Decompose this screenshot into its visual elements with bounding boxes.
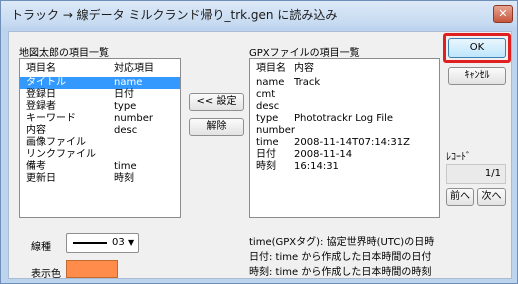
close-button[interactable]: ✕ bbox=[493, 5, 513, 23]
taro-field-row[interactable]: タイトル name bbox=[20, 77, 180, 89]
gpx-field-row-value: 2008-11-14 bbox=[294, 149, 353, 160]
line-type-value: 03 bbox=[112, 237, 125, 248]
taro-field-row-name: リンクファイル bbox=[26, 149, 96, 160]
gpx-field-row-name: name bbox=[256, 77, 285, 88]
gpx-field-row[interactable]: desc bbox=[250, 101, 439, 113]
column-header-gpx-field: 項目名 bbox=[256, 63, 286, 74]
taro-list-header: 項目名 対応項目 bbox=[20, 63, 180, 75]
taro-field-row-name: 更新日 bbox=[26, 173, 56, 184]
line-sample bbox=[73, 242, 107, 244]
gpx-field-row[interactable]: cmt bbox=[250, 89, 439, 101]
taro-field-row-value: 日付 bbox=[114, 89, 134, 100]
gpx-field-row-name: cmt bbox=[256, 89, 276, 100]
taro-field-row-value: 時刻 bbox=[114, 173, 134, 184]
taro-field-row[interactable]: 内容 desc bbox=[20, 125, 180, 137]
cancel-button[interactable]: ｷｬﾝｾﾙ bbox=[448, 67, 506, 85]
display-color-swatch[interactable] bbox=[66, 260, 118, 278]
gpx-field-row-name: 時刻 bbox=[256, 161, 276, 172]
gpx-field-row-name: type bbox=[256, 113, 279, 124]
gpx-field-row-value: 16:14:31 bbox=[294, 161, 339, 172]
taro-field-row-name: キーワード bbox=[26, 113, 76, 124]
column-header-mapped-field: 対応項目 bbox=[114, 63, 154, 74]
taro-field-row[interactable]: 備考 time bbox=[20, 161, 180, 173]
column-header-field-name: 項目名 bbox=[26, 63, 56, 74]
gpx-list-header: 項目名 内容 bbox=[250, 63, 439, 75]
taro-field-row[interactable]: 更新日 時刻 bbox=[20, 173, 180, 185]
taro-field-row-name: 備考 bbox=[26, 161, 46, 172]
taro-field-row-name: 登録日 bbox=[26, 89, 56, 100]
taro-field-row-value: name bbox=[114, 77, 143, 88]
gpx-field-list[interactable]: 項目名 内容 name Track cmt desc type Phototrackr L… bbox=[249, 58, 440, 218]
ok-button-highlight bbox=[443, 33, 511, 63]
record-label: ﾚｺｰﾄﾞ bbox=[446, 152, 471, 163]
taro-field-row[interactable]: キーワード number bbox=[20, 113, 180, 125]
gpx-field-row-name: desc bbox=[256, 101, 280, 112]
gpx-field-row-name: number bbox=[256, 125, 296, 136]
window-title: トラック → 線データ ミルクランド帰り_trk.gen に読み込み bbox=[11, 8, 338, 22]
taro-field-row-value: desc bbox=[114, 125, 138, 136]
taro-field-row-value: type bbox=[114, 101, 137, 112]
clear-mapping-button[interactable]: 解除 bbox=[189, 118, 244, 136]
gpx-field-row-value: Phototrackr Log File bbox=[294, 113, 394, 124]
gpx-field-row-name: 日付 bbox=[256, 149, 276, 160]
chevron-down-icon: ▼ bbox=[128, 238, 135, 247]
note-japan-time: 時刻: time から作成した日本時間の時刻 bbox=[249, 267, 432, 278]
left-panel-heading: 地図太郎の項目一覧 bbox=[19, 48, 109, 59]
import-dialog: トラック → 線データ ミルクランド帰り_trk.gen に読み込み ✕ 地図太… bbox=[0, 0, 518, 284]
note-utc-time: time(GPXタグ): 協定世界時(UTC)の日時 bbox=[249, 237, 435, 248]
gpx-field-row-name: time bbox=[256, 137, 279, 148]
gpx-field-row[interactable]: number bbox=[250, 125, 439, 137]
display-color-label: 表示色 bbox=[31, 269, 61, 280]
gpx-field-row[interactable]: 時刻 16:14:31 bbox=[250, 161, 439, 173]
line-type-label: 線種 bbox=[31, 242, 51, 253]
line-type-select[interactable]: 03 ▼ bbox=[66, 233, 139, 253]
right-panel-heading: GPXファイルの項目一覧 bbox=[249, 48, 360, 59]
dialog-body: 地図太郎の項目一覧 項目名 対応項目 タイトル name 登録日 日付 登録者 type キ… bbox=[8, 31, 512, 280]
taro-field-row-value: number bbox=[114, 113, 154, 124]
next-record-button[interactable]: 次へ bbox=[477, 188, 506, 206]
taro-field-row-name: 内容 bbox=[26, 125, 46, 136]
gpx-field-row-value: Track bbox=[294, 77, 321, 88]
taro-field-list[interactable]: 項目名 対応項目 タイトル name 登録日 日付登録者 type キーワード number… bbox=[19, 58, 181, 218]
taro-field-row-name: 登録者 bbox=[26, 101, 56, 112]
taro-field-row[interactable]: 登録日 日付 bbox=[20, 89, 180, 101]
taro-field-row[interactable]: 画像ファイル bbox=[20, 137, 180, 149]
column-header-content: 内容 bbox=[294, 63, 314, 74]
gpx-field-row[interactable]: 日付 2008-11-14 bbox=[250, 149, 439, 161]
taro-field-row-value: time bbox=[114, 161, 137, 172]
gpx-field-row[interactable]: time 2008-11-14T07:14:31Z bbox=[250, 137, 439, 149]
gpx-field-row[interactable]: name Track bbox=[250, 77, 439, 89]
record-counter: 1/1 bbox=[446, 164, 506, 184]
previous-record-button[interactable]: 前へ bbox=[446, 188, 474, 206]
gpx-field-row[interactable]: type Phototrackr Log File bbox=[250, 113, 439, 125]
taro-field-row[interactable]: リンクファイル bbox=[20, 149, 180, 161]
taro-field-row-name: タイトル bbox=[26, 77, 66, 88]
gpx-field-row-value: 2008-11-14T07:14:31Z bbox=[294, 137, 410, 148]
taro-field-row-name: 画像ファイル bbox=[26, 137, 86, 148]
title-bar[interactable]: トラック → 線データ ミルクランド帰り_trk.gen に読み込み ✕ bbox=[1, 1, 517, 27]
taro-field-row[interactable]: 登録者 type bbox=[20, 101, 180, 113]
set-mapping-button[interactable]: << 設定 bbox=[189, 93, 244, 111]
note-japan-date: 日付: time から作成した日本時間の日付 bbox=[249, 252, 432, 263]
